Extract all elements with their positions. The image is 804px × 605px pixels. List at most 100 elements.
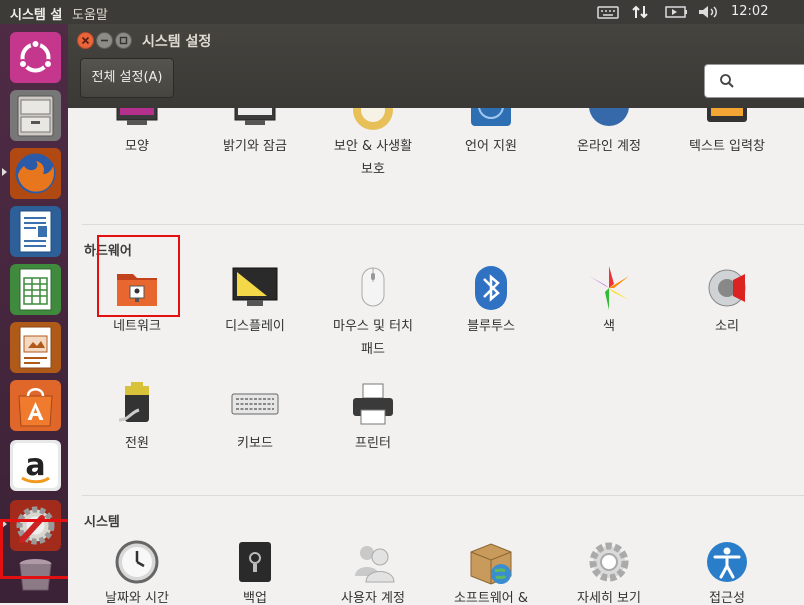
- package-globe-icon: [470, 543, 512, 585]
- users-icon: [355, 546, 395, 583]
- window-title: 시스템 설정: [142, 34, 212, 50]
- item-label: 소프트웨어 & 업데이트: [453, 591, 529, 603]
- accessibility-item[interactable]: 접근성: [668, 533, 786, 603]
- language-icon: [471, 108, 511, 126]
- security-privacy-item[interactable]: 보안 & 사생활 보호: [314, 108, 432, 198]
- presentation-icon: [19, 326, 52, 369]
- shopping-bag-icon: [18, 388, 53, 427]
- dash-home-button[interactable]: [10, 32, 61, 83]
- item-label: 색: [603, 319, 615, 334]
- color-star-icon: [589, 266, 629, 310]
- monitor-lock-icon: [234, 108, 276, 125]
- section-divider: [82, 495, 804, 496]
- settings-grid: 모양 밝기와 잠금 보안 & 사생활 보호 언어 지원 온라인 계정 텍스트 입…: [68, 108, 804, 603]
- files-launcher-button[interactable]: [10, 90, 61, 141]
- power-item[interactable]: 전원: [78, 376, 196, 456]
- all-settings-button[interactable]: 전체 설정(A): [80, 58, 174, 98]
- item-label: 네트워크: [113, 319, 161, 334]
- date-time-item[interactable]: 날짜와 시간: [78, 533, 196, 603]
- item-label: 접근성: [709, 591, 745, 603]
- item-label: 언어 지원: [465, 139, 517, 154]
- item-label: 모양: [125, 139, 149, 154]
- bluetooth-item[interactable]: 블루투스: [432, 258, 550, 338]
- printer-icon: [353, 383, 393, 425]
- item-label: 밝기와 잠금: [223, 139, 287, 154]
- item-label: 블루투스: [467, 319, 515, 334]
- section-divider: [82, 224, 804, 225]
- accessibility-icon: [707, 542, 747, 582]
- software-updates-item[interactable]: 소프트웨어 & 업데이트: [432, 533, 550, 603]
- calc-launcher-button[interactable]: [10, 264, 61, 315]
- item-label: 사용자 계정: [341, 591, 405, 603]
- text-entry-icon: [707, 108, 747, 122]
- item-label: 날짜와 시간: [105, 591, 169, 603]
- top-panel: 시스템 설 도움말 12:02: [0, 0, 804, 24]
- user-accounts-item[interactable]: 사용자 계정: [314, 533, 432, 603]
- item-label: 디스플레이: [225, 319, 285, 334]
- item-label: 프린터: [355, 436, 391, 451]
- search-icon: [720, 74, 734, 88]
- item-label: 텍스트 입력창: [689, 139, 765, 154]
- amazon-launcher-button[interactable]: a: [10, 440, 61, 491]
- battery-icon[interactable]: [664, 3, 690, 21]
- firefox-launcher-button[interactable]: [10, 148, 61, 199]
- volume-icon[interactable]: [697, 3, 719, 21]
- text-entry-item[interactable]: 텍스트 입력창: [668, 108, 786, 183]
- maximize-icon: [119, 36, 128, 45]
- keyboard-item[interactable]: 키보드: [196, 376, 314, 456]
- system-section-title: 시스템: [84, 515, 120, 530]
- keyboard-icon: [231, 393, 279, 415]
- svg-text:a: a: [25, 448, 45, 483]
- keyboard-icon[interactable]: [596, 3, 620, 21]
- search-input[interactable]: [704, 64, 804, 98]
- title-bar: 시스템 설정 전체 설정(A): [68, 24, 804, 108]
- item-label: 마우스 및 터치 패드: [332, 319, 414, 357]
- mouse-touchpad-item[interactable]: 마우스 및 터치 패드: [314, 258, 432, 358]
- item-label: 보안 & 사생활 보호: [333, 139, 413, 177]
- gear-icon: [589, 542, 629, 582]
- online-accounts-icon: [589, 108, 629, 126]
- highlight-box: [0, 519, 71, 579]
- display-item[interactable]: 디스플레이: [196, 258, 314, 338]
- clock[interactable]: 12:02: [731, 4, 768, 19]
- brightness-lock-item[interactable]: 밝기와 잠금: [196, 108, 314, 183]
- language-support-item[interactable]: 언어 지원: [432, 108, 550, 183]
- monitor-appearance-icon: [116, 108, 158, 125]
- online-accounts-item[interactable]: 온라인 계정: [550, 108, 668, 183]
- minimize-icon: [101, 39, 108, 42]
- item-label: 소리: [715, 319, 739, 334]
- safe-icon: [239, 542, 271, 582]
- close-button[interactable]: [77, 32, 94, 49]
- mouse-icon: [361, 267, 385, 307]
- sound-speaker-icon: [708, 269, 746, 307]
- running-indicator: [2, 168, 7, 176]
- impress-launcher-button[interactable]: [10, 322, 61, 373]
- minimize-button[interactable]: [96, 32, 113, 49]
- clock-icon: [115, 540, 159, 584]
- launcher: a: [0, 24, 71, 603]
- color-item[interactable]: 색: [550, 258, 668, 338]
- settings-window: 시스템 설정 전체 설정(A) 모양 밝기와 잠금 보안 & 사생활 보호 언어…: [68, 24, 804, 603]
- printer-item[interactable]: 프린터: [314, 376, 432, 456]
- sound-item[interactable]: 소리: [668, 258, 786, 338]
- help-menu[interactable]: 도움말: [72, 4, 108, 23]
- security-icon: [353, 108, 393, 130]
- network-icon[interactable]: [630, 3, 650, 21]
- maximize-button[interactable]: [115, 32, 132, 49]
- ubuntu-logo-icon: [18, 39, 53, 73]
- display-icon: [232, 267, 278, 306]
- writer-launcher-button[interactable]: [10, 206, 61, 257]
- item-label: 전원: [125, 436, 149, 451]
- details-item[interactable]: 자세히 보기: [550, 533, 668, 603]
- battery-power-icon: [118, 382, 149, 422]
- software-center-launcher-button[interactable]: [10, 380, 61, 431]
- highlight-box: [97, 235, 180, 317]
- file-cabinet-icon: [17, 95, 54, 137]
- bluetooth-icon: [475, 266, 507, 310]
- document-writer-icon: [19, 210, 52, 253]
- item-label: 자세히 보기: [577, 591, 641, 603]
- spreadsheet-icon: [19, 268, 52, 311]
- close-icon: [81, 36, 90, 45]
- backup-item[interactable]: 백업: [196, 533, 314, 603]
- appearance-item[interactable]: 모양: [78, 108, 196, 183]
